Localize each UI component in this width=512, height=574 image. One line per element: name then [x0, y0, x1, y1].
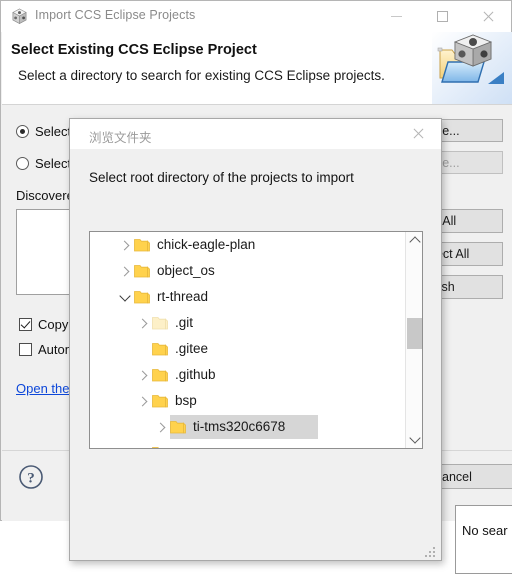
eclipse-cube-icon [11, 8, 28, 25]
no-search-results-panel: No sear [455, 505, 512, 574]
chevron-right-icon[interactable] [134, 440, 152, 448]
screen: Import CCS Eclipse Projects Select Exist… [0, 0, 512, 574]
page-title: Select Existing CCS Eclipse Project [11, 42, 257, 58]
folder-tree-scrollbar[interactable] [405, 232, 422, 448]
chevron-right-icon[interactable] [116, 232, 134, 258]
scrollbar-thumb[interactable] [407, 318, 422, 349]
tree-item-label: .gitee [175, 340, 209, 356]
tree-item-label: ti-tms320c6678 [193, 418, 286, 434]
tree-item[interactable]: components [90, 440, 405, 448]
folder-tree-viewport: chick-eagle-plan object_os rt-thread .git .g… [90, 232, 405, 448]
tree-item-content: components [90, 440, 249, 448]
minimize-button[interactable] [373, 1, 419, 31]
maximize-icon [436, 10, 448, 22]
discovered-projects-label: Discovere [16, 188, 74, 203]
tree-item-label: chick-eagle-plan [157, 236, 256, 252]
wizard-cancel-label: ancel [442, 469, 472, 484]
radio-icon [16, 125, 29, 138]
checkbox-icon [19, 318, 32, 331]
folder-icon [152, 394, 168, 408]
tree-item-content: chick-eagle-plan [90, 232, 255, 258]
close-icon [482, 10, 495, 23]
folder-cube-banner-icon [432, 32, 512, 104]
tree-item-content: .git [90, 310, 193, 336]
tree-item-label: object_os [157, 262, 215, 278]
scroll-up-button[interactable] [406, 232, 422, 249]
no-search-results-text: No sear [462, 523, 508, 538]
tree-item[interactable]: chick-eagle-plan [90, 232, 405, 258]
folder-tree[interactable]: chick-eagle-plan object_os rt-thread .git .g… [89, 231, 423, 449]
close-icon [412, 127, 425, 140]
tree-item-label: .github [175, 366, 216, 382]
folder-icon [152, 446, 168, 448]
tree-item[interactable]: object_os [90, 258, 405, 284]
tree-item[interactable]: .github [90, 362, 405, 388]
chevron-down-icon[interactable] [116, 284, 134, 310]
browse-dialog-title: 浏览文件夹 [89, 131, 152, 145]
chevron-right-icon[interactable] [152, 414, 170, 440]
tree-item-label: .git [175, 314, 194, 330]
chevron-right-icon[interactable] [134, 362, 152, 388]
tree-item-content: bsp [90, 388, 197, 414]
chevron-right-icon[interactable] [116, 258, 134, 284]
radio-icon [16, 157, 29, 170]
folder-icon [134, 290, 150, 304]
svg-text:?: ? [27, 471, 35, 487]
folder-icon [134, 238, 150, 252]
chevron-right-icon[interactable] [134, 388, 152, 414]
help-question-icon[interactable]: ? [18, 464, 44, 490]
scroll-down-icon [408, 432, 421, 444]
tree-item-label: rt-thread [157, 288, 209, 304]
tree-item-content: ti-tms320c6678 [90, 414, 285, 440]
folder-icon [134, 264, 150, 278]
scroll-down-button[interactable] [406, 431, 422, 448]
tree-item-content: rt-thread [90, 284, 208, 310]
open-resource-link[interactable]: Open the [16, 381, 70, 396]
chevron-right-icon[interactable] [134, 310, 152, 336]
tree-item[interactable]: rt-thread [90, 284, 405, 310]
tree-item[interactable]: ti-tms320c6678 [90, 414, 405, 440]
tree-item[interactable]: .gitee [90, 336, 405, 362]
page-subtitle: Select a directory to search for existin… [18, 68, 385, 83]
folder-icon [152, 342, 168, 356]
tree-item[interactable]: bsp [90, 388, 405, 414]
tree-item[interactable]: .git [90, 310, 405, 336]
wizard-title: Import CCS Eclipse Projects [35, 8, 196, 22]
browse-folder-dialog: 浏览文件夹 Select root directory of the proje… [69, 118, 442, 561]
tree-item-content: object_os [90, 258, 215, 284]
minimize-icon [390, 15, 402, 17]
tree-item-label: components [175, 445, 249, 449]
maximize-button[interactable] [419, 1, 465, 31]
wizard-titlebar: Import CCS Eclipse Projects [1, 1, 511, 32]
tree-twisty-placeholder [134, 336, 152, 362]
scroll-up-icon [408, 236, 421, 248]
folder-icon [152, 368, 168, 382]
browse-dialog-prompt: Select root directory of the projects to… [89, 170, 354, 185]
browse-dialog-close-button[interactable] [396, 119, 441, 148]
resize-grip-icon[interactable] [425, 545, 436, 557]
wizard-cancel-button[interactable]: ancel [438, 464, 512, 489]
close-button[interactable] [465, 1, 511, 31]
checkbox-automatically-import[interactable]: Autom [19, 342, 76, 357]
tree-item-content: .gitee [90, 336, 208, 362]
folder-icon [152, 316, 168, 330]
tree-item-label: bsp [175, 392, 197, 408]
folder-icon [170, 420, 186, 434]
browse-dialog-titlebar: 浏览文件夹 [70, 119, 441, 149]
checkbox-icon [19, 343, 32, 356]
tree-item-content: .github [90, 362, 216, 388]
wizard-header: Select Existing CCS Eclipse Project Sele… [2, 32, 512, 105]
